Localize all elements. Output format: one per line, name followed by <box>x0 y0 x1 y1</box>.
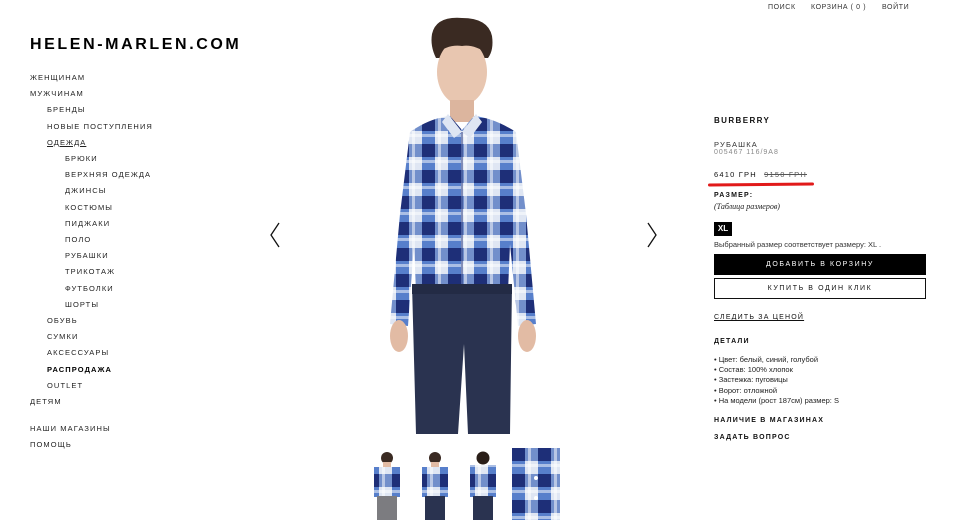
nav-item[interactable]: КОСТЮМЫ <box>65 203 113 212</box>
list-item: • Цвет: белый, синий, голубой <box>714 355 819 364</box>
size-option-xl[interactable]: XL <box>714 222 732 236</box>
nav-item[interactable]: МУЖЧИНАМ <box>30 89 84 98</box>
chevron-left-icon <box>270 222 280 248</box>
nav-item[interactable]: НОВЫЕ ПОСТУПЛЕНИЯ <box>47 122 153 131</box>
nav-item[interactable]: ФУТБОЛКИ <box>65 284 114 293</box>
nav-item[interactable]: ОДЕЖДА <box>47 138 86 147</box>
nav-item[interactable]: ПИДЖАКИ <box>65 219 110 228</box>
nav-item[interactable]: ПОМОЩЬ <box>30 440 72 449</box>
add-to-cart-button[interactable]: ДОБАВИТЬ В КОРЗИНУ <box>714 254 926 275</box>
prev-image-button[interactable] <box>268 222 282 248</box>
size-label: РАЗМЕР: <box>714 192 754 199</box>
login-link[interactable]: ВОЙТИ <box>882 4 909 11</box>
list-item: • На модели (рост 187см) размер: S <box>714 395 839 405</box>
product-brand[interactable]: BURBERRY <box>714 116 770 125</box>
details-heading: ДЕТАЛИ <box>714 338 750 345</box>
nav-item[interactable]: РУБАШКИ <box>65 251 109 260</box>
nav-item[interactable]: НАШИ МАГАЗИНЫ <box>30 424 111 433</box>
thumbnail-3[interactable] <box>462 448 504 520</box>
product-sku: 005467 116/9A8 <box>714 149 779 156</box>
nav-item[interactable]: РАСПРОДАЖА <box>47 365 112 374</box>
nav-item[interactable]: БРЮКИ <box>65 154 98 163</box>
nav-item[interactable]: ДЖИНСЫ <box>65 186 106 195</box>
nav-item[interactable]: ПОЛО <box>65 235 91 244</box>
nav-item[interactable]: ОБУВЬ <box>47 316 78 325</box>
product-main-image[interactable] <box>370 14 560 434</box>
nav-item[interactable]: АКСЕССУАРЫ <box>47 348 109 357</box>
store-availability-link[interactable]: НАЛИЧИЕ В МАГАЗИНАХ <box>714 417 824 424</box>
chevron-right-icon <box>647 222 657 248</box>
thumbnail-2[interactable] <box>414 448 456 520</box>
thumbnail-strip <box>366 448 566 520</box>
nav-item[interactable]: ДЕТЯМ <box>30 397 62 406</box>
cart-link[interactable]: КОРЗИНА ( 0 ) <box>811 4 866 11</box>
nav-item[interactable]: ШОРТЫ <box>65 300 99 309</box>
nav-item[interactable]: OUTLET <box>47 381 83 390</box>
thumbnail-4[interactable] <box>512 448 560 520</box>
list-item: • Состав: 100% хлопок <box>714 365 793 375</box>
nav-item[interactable]: ВЕРХНЯЯ ОДЕЖДА <box>65 170 151 179</box>
thumbnail-1[interactable] <box>366 448 408 520</box>
product-type: РУБАШКА <box>714 140 759 149</box>
list-item: • Ворот: отложной <box>714 385 778 395</box>
list-item: • Застежка: пуговицы <box>714 375 788 385</box>
red-underline-annotation <box>707 182 815 187</box>
nav-item[interactable]: ЖЕНЩИНАМ <box>30 73 85 82</box>
current-price: 6410 ГРН <box>714 170 757 179</box>
search-link[interactable]: ПОИСК <box>768 4 796 11</box>
next-image-button[interactable] <box>645 222 659 248</box>
details-list: • Цвет: белый, синий, голубой • Состав: … <box>714 355 839 406</box>
nav-item[interactable]: ТРИКОТАЖ <box>65 267 115 276</box>
site-logo[interactable]: HELEN-MARLEN.COM <box>30 36 241 54</box>
ask-question-link[interactable]: ЗАДАТЬ ВОПРОС <box>714 434 791 441</box>
nav-item[interactable]: БРЕНДЫ <box>47 105 86 114</box>
old-price: 9150 ГРН <box>764 170 808 179</box>
buy-one-click-button[interactable]: КУПИТЬ В ОДИН КЛИК <box>714 278 926 299</box>
size-table-link[interactable]: (Таблица размеров) <box>714 202 780 211</box>
product-price: 6410 ГРН 9150 ГРН <box>714 170 807 179</box>
nav-item[interactable]: СУМКИ <box>47 332 78 341</box>
follow-price-link[interactable]: СЛЕДИТЬ ЗА ЦЕНОЙ <box>714 314 804 321</box>
size-note: Выбранный размер соответствует размеру: … <box>714 240 882 249</box>
